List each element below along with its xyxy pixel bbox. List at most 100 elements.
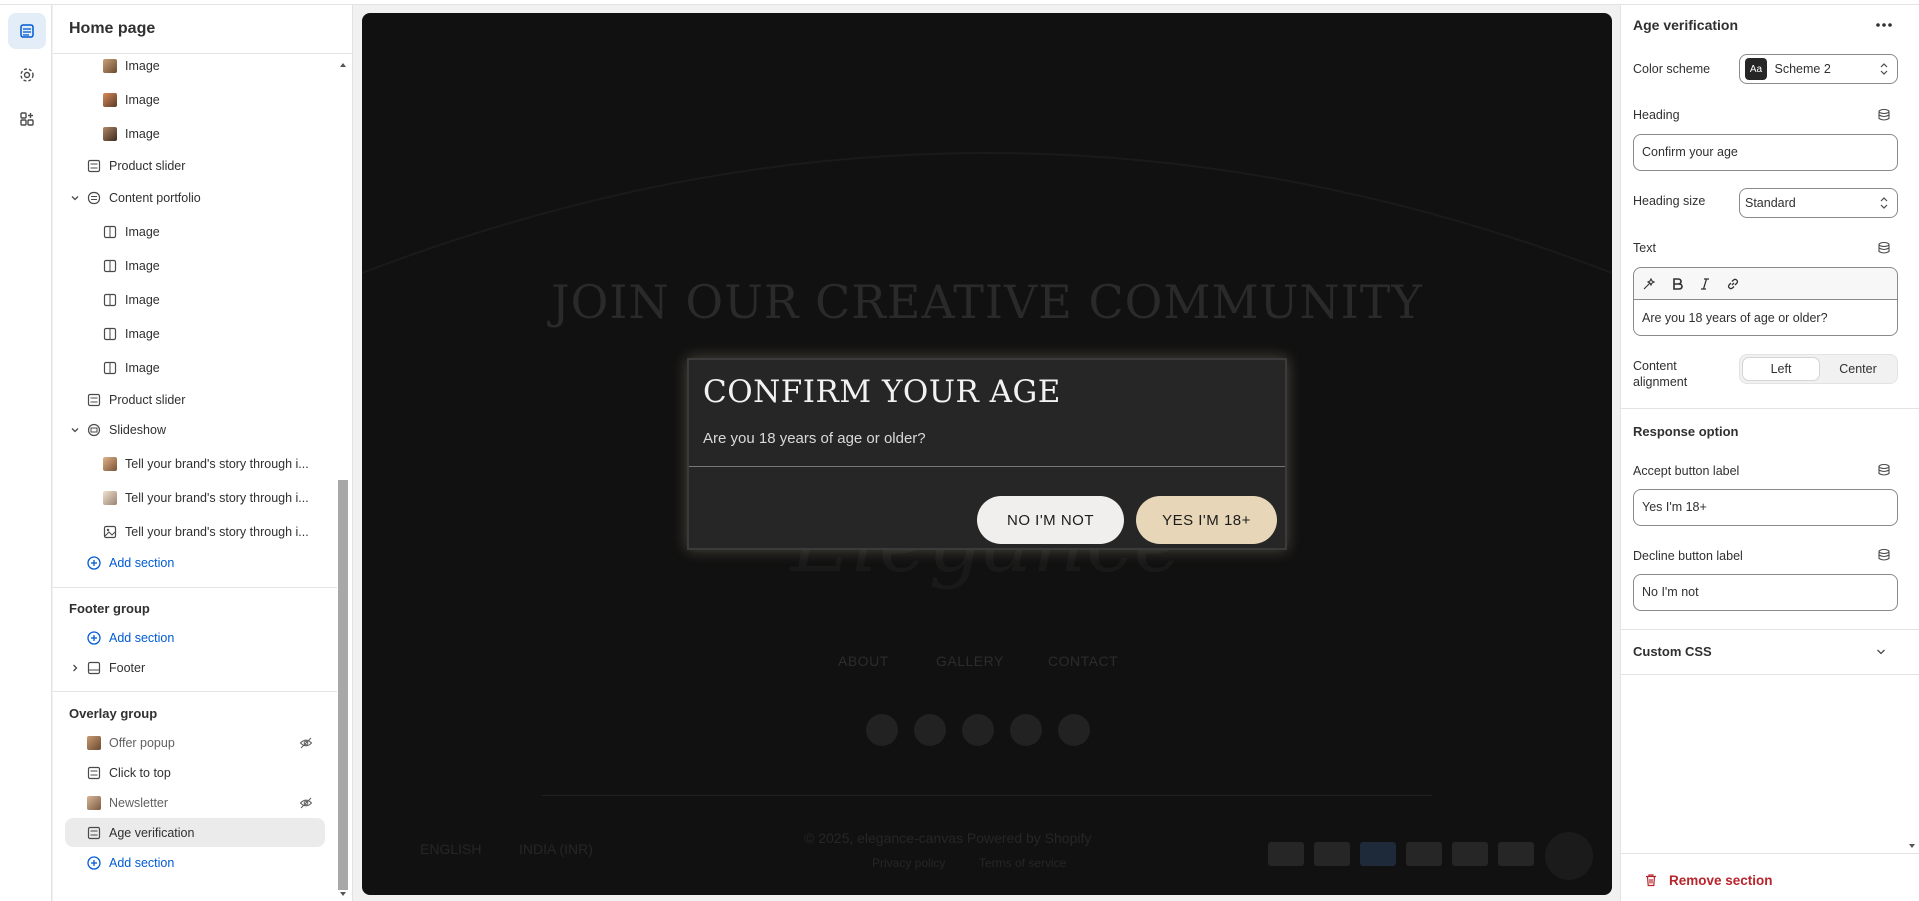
decline-button-input[interactable]: No I'm not <box>1633 574 1898 611</box>
chevron-down-icon[interactable] <box>1875 646 1887 658</box>
image-thumbnail <box>103 93 117 107</box>
color-scheme-select[interactable]: Aa Scheme 2 <box>1739 54 1898 84</box>
page-title: Home page <box>53 5 352 54</box>
nav-gallery[interactable]: GALLERY <box>936 653 1004 669</box>
eye-hidden-icon[interactable] <box>299 796 313 810</box>
language-selector[interactable]: ENGLISH <box>420 841 481 857</box>
youtube-icon[interactable] <box>962 714 994 746</box>
add-section-button[interactable]: Add section <box>87 549 174 577</box>
tree-item-label: Tell your brand's story through i... <box>125 491 309 505</box>
add-section-button[interactable]: Add section <box>87 849 174 877</box>
x-icon[interactable] <box>1010 714 1042 746</box>
more-icon[interactable] <box>1874 15 1894 35</box>
heading-size-select[interactable]: Standard <box>1739 188 1898 218</box>
tree-item-slide[interactable]: Tell your brand's story through i... <box>103 450 309 478</box>
alignment-label: Content alignment <box>1633 359 1688 389</box>
amex-icon <box>1360 842 1396 866</box>
bg-heading: JOIN OUR CREATIVE COMMUNITY <box>551 275 1423 329</box>
nav-about[interactable]: ABOUT <box>838 653 889 669</box>
tree-item-newsletter[interactable]: Newsletter <box>87 789 168 817</box>
instagram-icon[interactable] <box>914 714 946 746</box>
image-thumbnail <box>103 491 117 505</box>
link-icon[interactable] <box>1726 277 1740 291</box>
chat-button[interactable] <box>1545 832 1593 880</box>
block-icon <box>103 327 117 341</box>
alignment-toggle: Left Center <box>1739 354 1898 384</box>
footer-icon <box>87 661 101 675</box>
heading-label: Heading <box>1633 108 1680 122</box>
bold-icon[interactable] <box>1670 277 1684 291</box>
heading-input[interactable]: Confirm your age <box>1633 134 1898 171</box>
custom-css-toggle[interactable]: Custom CSS <box>1633 644 1712 659</box>
terms-link[interactable]: Terms of service <box>979 856 1066 870</box>
color-scheme-label: Color scheme <box>1633 62 1711 76</box>
decline-button[interactable]: NO I'M NOT <box>977 496 1124 544</box>
chevron-down-icon[interactable] <box>70 425 80 435</box>
remove-section-button[interactable]: Remove section <box>1669 873 1773 888</box>
accept-button[interactable]: YES I'M 18+ <box>1136 496 1277 544</box>
block-icon <box>103 293 117 307</box>
mastercard-icon <box>1314 842 1350 866</box>
tree-item-image[interactable]: Image <box>103 120 160 148</box>
tree-item-product-slider[interactable]: Product slider <box>87 386 185 414</box>
align-left-option[interactable]: Left <box>1743 358 1819 380</box>
store-preview[interactable]: JOIN OUR CREATIVE COMMUNITY Elegance ABO… <box>362 13 1612 895</box>
tree-item-slide[interactable]: Tell your brand's story through i... <box>103 484 309 512</box>
app-rail <box>0 5 52 901</box>
magic-icon[interactable] <box>1642 277 1656 291</box>
privacy-link[interactable]: Privacy policy <box>872 856 945 870</box>
tree-item-image[interactable]: Image <box>103 218 160 246</box>
tree-item-image[interactable]: Image <box>103 52 160 80</box>
tree-item-slideshow[interactable]: Slideshow <box>87 416 166 444</box>
scroll-down-icon[interactable] <box>1907 841 1917 851</box>
paypal-icon <box>1406 842 1442 866</box>
tree-item-content-portfolio[interactable]: Content portfolio <box>87 184 201 212</box>
heading-size-label: Heading size <box>1633 194 1706 208</box>
currency-selector[interactable]: INDIA (INR) <box>519 841 593 857</box>
visa-icon <box>1268 842 1304 866</box>
tree-item-age-verification[interactable]: Age verification <box>87 819 194 847</box>
meta-icon[interactable] <box>866 714 898 746</box>
dynamic-source-icon[interactable] <box>1877 463 1891 477</box>
dynamic-source-icon[interactable] <box>1877 548 1891 562</box>
tree-item-offer-popup[interactable]: Offer popup <box>87 729 175 757</box>
tree-item-image[interactable]: Image <box>103 354 160 382</box>
italic-icon[interactable] <box>1698 277 1712 291</box>
scroll-thumb[interactable] <box>338 480 348 890</box>
apps-icon[interactable] <box>8 101 46 137</box>
dynamic-source-icon[interactable] <box>1877 241 1891 255</box>
settings-panel: Age verification Color scheme Aa Scheme … <box>1620 5 1919 901</box>
tree-item-image[interactable]: Image <box>103 286 160 314</box>
tree-item-image[interactable]: Image <box>103 320 160 348</box>
add-section-button[interactable]: Add section <box>87 624 174 652</box>
scheme-swatch: Aa <box>1745 58 1767 80</box>
tree-item-label: Image <box>125 361 160 375</box>
sections-icon[interactable] <box>8 13 46 49</box>
tree-item-footer[interactable]: Footer <box>87 654 145 682</box>
text-editor[interactable]: Are you 18 years of age or older? <box>1633 299 1898 336</box>
tree-item-image[interactable]: Image <box>103 86 160 114</box>
tree-item-product-slider[interactable]: Product slider <box>87 152 185 180</box>
tree-item-label: Offer popup <box>109 736 175 750</box>
vimeo-icon[interactable] <box>1058 714 1090 746</box>
divider <box>1621 408 1919 409</box>
tree-item-label: Age verification <box>109 826 195 840</box>
align-center-option[interactable]: Center <box>1821 358 1895 380</box>
tree-item-label: Content portfolio <box>109 191 201 205</box>
dynamic-source-icon[interactable] <box>1877 108 1891 122</box>
decline-label: Decline button label <box>1633 549 1743 563</box>
nav-contact[interactable]: CONTACT <box>1048 653 1118 669</box>
gear-icon[interactable] <box>8 57 46 93</box>
chevron-down-icon[interactable] <box>70 193 80 203</box>
sections-panel: Home page Image Image Image Product slid… <box>53 5 353 901</box>
accept-button-input[interactable]: Yes I'm 18+ <box>1633 489 1898 526</box>
trash-icon[interactable] <box>1644 873 1658 887</box>
eye-hidden-icon[interactable] <box>299 736 313 750</box>
tree-item-click-to-top[interactable]: Click to top <box>87 759 171 787</box>
image-thumbnail <box>103 59 117 73</box>
add-section-label: Add section <box>109 856 175 870</box>
chevron-right-icon[interactable] <box>70 663 80 673</box>
richtext-toolbar <box>1633 267 1898 299</box>
tree-item-slide[interactable]: Tell your brand's story through i... <box>103 518 309 546</box>
tree-item-image[interactable]: Image <box>103 252 160 280</box>
